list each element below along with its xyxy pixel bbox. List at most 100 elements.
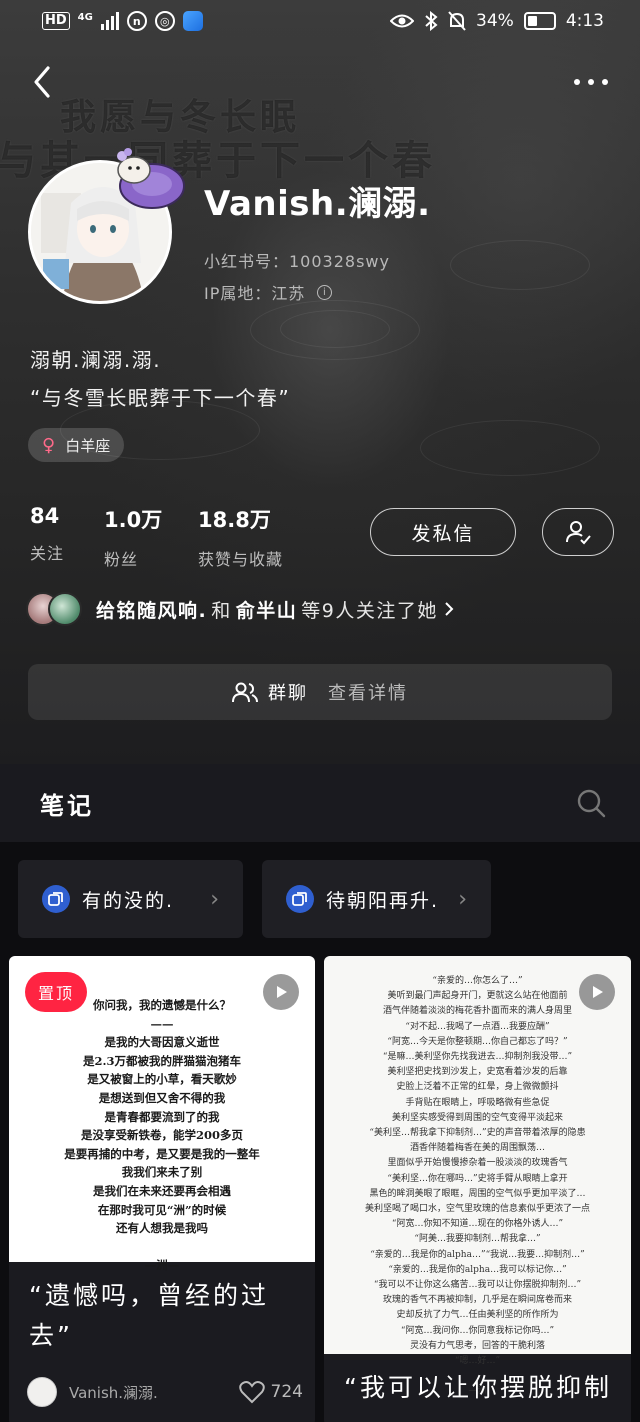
profile-header: 我愿与冬长眠 与其一同葬于下一个春 HD 4G n ◎ 34% 4:13 Van… bbox=[0, 0, 640, 764]
avatar-hat-decoration bbox=[117, 148, 185, 209]
follow-button[interactable] bbox=[542, 508, 614, 556]
status-bar: HD 4G n ◎ 34% 4:13 bbox=[0, 0, 640, 44]
group-icon bbox=[232, 682, 258, 703]
ripple-decoration bbox=[420, 420, 600, 476]
group-chat-label: 群聊 bbox=[268, 683, 308, 704]
hd-badge: HD bbox=[42, 12, 70, 30]
note-cover-line: “是嘛…美利坚你先找我进去…抑制剂我没带…” bbox=[382, 1052, 573, 1063]
note-cover-line: “我可以不让你这么痛苦…我可以让你摆脱抑制剂…” bbox=[373, 1280, 582, 1291]
note-card[interactable]: “亲爱的…你怎么了…” 美听到最门声起身开门，更就这么站在他面前 酒气伴随着淡淡的梅… bbox=[324, 956, 631, 1422]
mutual-followers[interactable]: 给铭随风响. 和 俞半山 等9人关注了她 bbox=[26, 592, 456, 626]
collection-item[interactable]: 待朝阳再升. › bbox=[262, 860, 491, 938]
more-icon[interactable] bbox=[574, 72, 610, 92]
note-title[interactable]: “遗憾吗，曾经的过去” bbox=[29, 1276, 299, 1356]
note-cover-line: 美利坚喝了喝口水，空气里玫瑰的信息素似乎更浓了一点 bbox=[364, 1204, 590, 1215]
stat-following-value: 84 bbox=[30, 504, 60, 528]
search-icon[interactable] bbox=[576, 788, 606, 818]
bio-line-2: “与冬雪长眠葬于下一个春” bbox=[30, 386, 291, 410]
heart-icon bbox=[238, 1381, 265, 1404]
note-cover-line: 美利坚把史找到沙发上，史宽看着沙发的后靠 bbox=[387, 1067, 568, 1078]
chevron-right-icon: › bbox=[458, 886, 469, 912]
note-cover-line: 灵没有力气思考，回答的干脆利落 bbox=[409, 1340, 545, 1351]
note-cover-line: “嗯…好…” bbox=[454, 1356, 501, 1367]
note-footer: Vanish.澜溺. 724 bbox=[27, 1376, 303, 1408]
bluetooth-icon bbox=[425, 11, 438, 31]
ip-location: IP属地：江苏 i bbox=[204, 280, 333, 304]
stat-likes-value: 18.8万 bbox=[198, 508, 271, 532]
info-icon[interactable]: i bbox=[317, 284, 333, 300]
group-chat-bar[interactable]: 群聊 查看详情 bbox=[28, 664, 612, 720]
collection-label: 待朝阳再升. bbox=[326, 889, 440, 912]
stat-fans[interactable]: 1.0万 粉丝 bbox=[104, 504, 162, 570]
play-icon[interactable] bbox=[579, 974, 615, 1010]
signal-icon bbox=[100, 12, 119, 30]
zodiac-tag: ♀ 白羊座 bbox=[28, 428, 125, 462]
ip-location-text: IP属地：江苏 bbox=[204, 284, 306, 303]
notes-tab-bar: 笔记 bbox=[0, 764, 640, 842]
note-cover-line: 酒香伴随着梅香在美的周围飘荡… bbox=[409, 1143, 545, 1154]
note-cover-line: “亲爱的…我是你的alpha…我可以标记你…” bbox=[388, 1264, 567, 1275]
note-cover-line: 史却反抗了力气…任由美利坚的所作所为 bbox=[396, 1310, 559, 1321]
note-cover-line: 玫瑰的香气不再被抑制，几乎是在瞬间席卷而来 bbox=[382, 1295, 572, 1306]
note-cover-line: 史脸上泛着不正常的红晕，身上微微颤抖 bbox=[396, 1082, 559, 1093]
note-cover-line: 酒气伴随着淡淡的梅花香扑面而来的满人身周里 bbox=[382, 1006, 572, 1017]
follower-avatar bbox=[48, 592, 82, 626]
note-cover-line: “阿美…我要抑制剂…帮我拿…” bbox=[414, 1234, 541, 1245]
author-name[interactable]: Vanish.澜溺. bbox=[69, 1382, 158, 1403]
note-cover-text: 你问我，我的遗憾是什么？ —— 是我的大哥因意义逝世 是2.3万都被我的胖猫猫泡猪车是… bbox=[9, 996, 315, 1275]
note-cover-text: “亲爱的…你怎么了…” 美听到最门声起身开门，更就这么站在他面前 酒气伴随着淡淡的梅… bbox=[324, 974, 631, 1400]
back-arrow-icon[interactable] bbox=[28, 62, 58, 102]
eye-icon bbox=[390, 14, 415, 28]
note-card[interactable]: 你问我，我的遗憾是什么？ —— 是我的大哥因意义逝世 是2.3万都被我的胖猫猫泡猪车是… bbox=[9, 956, 315, 1422]
collection-icon bbox=[286, 885, 314, 913]
send-message-button[interactable]: 发私信 bbox=[370, 508, 516, 556]
author-avatar[interactable] bbox=[27, 1377, 57, 1407]
female-icon: ♀ bbox=[42, 434, 56, 456]
play-icon[interactable] bbox=[263, 974, 299, 1010]
note-cover-line: —— bbox=[150, 1016, 174, 1031]
note-cover[interactable]: 你问我，我的遗憾是什么？ —— 是我的大哥因意义逝世 是2.3万都被我的胖猫猫泡猪车是… bbox=[9, 956, 315, 1272]
note-title[interactable]: “我可以让你摆脱抑制 bbox=[344, 1368, 624, 1408]
battery-percent: 34% bbox=[476, 11, 514, 31]
chevron-right-icon bbox=[445, 602, 454, 616]
username: Vanish.澜溺. bbox=[204, 184, 431, 224]
note-cover-line: 我我们来未了别 bbox=[121, 1165, 203, 1180]
note-cover-line: —洲— bbox=[144, 1258, 180, 1273]
note-cover-line: “阿宽…你知不知道…现在的你格外诱人…” bbox=[391, 1219, 564, 1230]
collection-item[interactable]: 有的没的. › bbox=[18, 860, 243, 938]
note-cover-line: 是我的大哥因意义逝世 bbox=[104, 1035, 220, 1050]
like-button[interactable]: 724 bbox=[238, 1380, 303, 1404]
stat-following[interactable]: 84 关注 bbox=[30, 504, 64, 564]
tab-notes[interactable]: 笔记 bbox=[40, 786, 94, 821]
note-cover-line: 是我们在未来还要再会相遇 bbox=[93, 1183, 231, 1198]
bio-line-1: 溺朝.澜溺.溺. bbox=[30, 348, 162, 372]
zodiac-tag-label: 白羊座 bbox=[65, 436, 111, 455]
note-cover[interactable]: “亲爱的…你怎么了…” 美听到最门声起身开门，更就这么站在他面前 酒气伴随着淡淡的梅… bbox=[324, 956, 631, 1396]
battery-icon bbox=[523, 12, 556, 30]
notes-feed: 有的没的. › 待朝阳再升. › 你问我，我的遗憾是什么？ —— 是我的大哥因意义逝… bbox=[0, 842, 640, 1422]
vpn-icon: n bbox=[126, 11, 147, 31]
note-cover-line: 是2.3万都被我的胖猫猫泡猪车 bbox=[82, 1053, 241, 1068]
follower-name-2: 俞半山 bbox=[235, 599, 298, 622]
note-cover-line: 是要再捕的中考，是又要是我的一整年 bbox=[64, 1146, 260, 1161]
user-id[interactable]: 小红书号：100328swy bbox=[204, 248, 390, 272]
note-cover-line: 美听到最门声起身开门，更就这么站在他面前 bbox=[387, 991, 568, 1002]
stat-likes[interactable]: 18.8万 获赞与收藏 bbox=[198, 504, 283, 570]
note-cover-line: 里面似乎开始慢慢掺杂着一股淡淡的玫瑰香气 bbox=[387, 1158, 568, 1169]
note-cover-line bbox=[39, 1238, 285, 1257]
group-chat-detail: 查看详情 bbox=[328, 683, 408, 704]
note-cover-line: 黑色的眸洞美眼了眼眶，周围的空气似乎更加平淡了… bbox=[369, 1188, 586, 1199]
followers-and: 和 bbox=[211, 599, 232, 622]
note-cover-line: “美利坚…帮我拿下抑制剂…”史的声音带着浓厚的隐患 bbox=[369, 1128, 586, 1139]
note-cover-line: “阿宽…我问你…你同意我标记你吗…” bbox=[400, 1325, 555, 1336]
note-cover-line: 是想送到但又舍不得的我 bbox=[98, 1090, 226, 1105]
follower-name-1: 给铭随风响. bbox=[96, 599, 208, 622]
note-cover-line: “阿宽…今天是你整顿期…你自己都忘了吗？” bbox=[387, 1036, 568, 1047]
ripple-decoration bbox=[280, 310, 390, 348]
stat-following-label: 关注 bbox=[30, 544, 65, 563]
network-type: 4G bbox=[77, 11, 93, 23]
note-cover-line: 在那时我可见“洲”的时候 bbox=[97, 1202, 227, 1217]
clock: 4:13 bbox=[565, 11, 604, 31]
note-cover-line: “亲爱的…我是你的alpha…”“我说…我要…抑制剂…” bbox=[370, 1249, 585, 1260]
note-cover-line: 是没享受新铁卷，能学200多页 bbox=[80, 1128, 243, 1143]
